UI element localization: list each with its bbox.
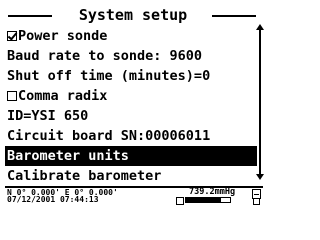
backlight-icon	[253, 198, 260, 205]
menu-item-comma-radix[interactable]: Comma radix	[5, 86, 257, 106]
menu-item-label: Baud rate to sonde: 9600	[7, 48, 203, 64]
title-rule-left	[8, 15, 52, 17]
menu-item-circuit-board-sn[interactable]: Circuit board SN:00006011	[5, 126, 257, 146]
scroll-down-arrow-icon[interactable]	[256, 174, 264, 180]
date-time: 07/12/2001 07:44:13	[7, 195, 99, 204]
battery-icon	[176, 197, 184, 205]
menu-item-shut-off-time[interactable]: Shut off time (minutes)=0	[5, 66, 257, 86]
menu-item-label: Calibrate barometer	[7, 168, 162, 184]
page-title: System setup	[78, 6, 188, 24]
barometer-reading: 739.2mmHg	[189, 188, 235, 197]
battery-level-bar	[185, 197, 231, 203]
barometer-value: 739.2mmHg	[189, 187, 236, 197]
checkbox-unchecked-icon[interactable]	[7, 91, 17, 101]
menu-item-label: Shut off time (minutes)=0	[7, 68, 211, 84]
title-rule-right	[212, 15, 256, 17]
status-bar: N 0° 0.000' E 0° 0.000' 07/12/2001 07:44…	[5, 186, 263, 205]
menu-item-label: Barometer units	[7, 148, 129, 164]
menu-item-power-sonde[interactable]: Power sonde	[5, 26, 257, 46]
menu-item-id[interactable]: ID=YSI 650	[5, 106, 257, 126]
title-bar: System setup	[6, 6, 256, 24]
menu-item-calibrate-barometer[interactable]: Calibrate barometer	[5, 166, 257, 186]
menu-item-label: Comma radix	[18, 88, 108, 104]
setup-menu: Power sonde Baud rate to sonde: 9600 Shu…	[5, 26, 257, 186]
menu-item-barometer-units[interactable]: Barometer units	[5, 146, 257, 166]
device-screen: System setup Power sonde Baud rate to so…	[0, 0, 273, 205]
battery-level-fill	[186, 198, 222, 202]
menu-item-label: Circuit board SN:00006011	[7, 128, 211, 144]
checkbox-checked-icon[interactable]	[7, 31, 17, 41]
menu-item-label: ID=YSI 650	[7, 108, 89, 124]
scrollbar[interactable]	[259, 30, 261, 174]
menu-item-baud-rate[interactable]: Baud rate to sonde: 9600	[5, 46, 257, 66]
menu-item-label: Power sonde	[18, 28, 108, 44]
